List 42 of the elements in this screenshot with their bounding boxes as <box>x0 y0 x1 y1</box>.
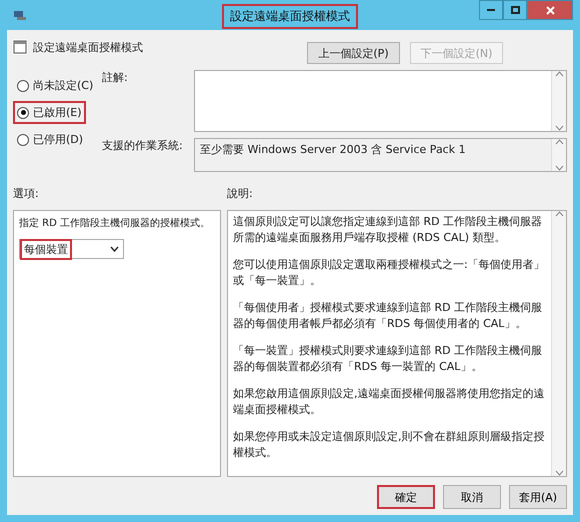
maximize-button[interactable] <box>503 0 527 20</box>
nav-button[interactable]: 上一個設定(P) <box>307 42 400 64</box>
close-icon <box>546 6 554 14</box>
help-paragraph: 這個原則設定可以讓您指定連線到這部 RD 工作階段主機伺服器所需的遠端桌面服務用戶端存取授權 (RDS CAL) 類型。 <box>233 214 544 246</box>
help-paragraph: 您可以使用這個原則設定選取兩種授權模式之一:「每個使用者」或「每一裝置」。 <box>233 257 546 289</box>
radio-option[interactable]: 已啟用(E) <box>13 101 86 124</box>
help-paragraph: 「每一裝置」授權模式則要求連線到這部 RD 工作階段主機伺服器的每個裝置都必須有「RDS 每一裝置的 CAL」。 <box>233 343 544 375</box>
chevron-down-icon <box>110 246 119 252</box>
radio-button[interactable] <box>17 80 29 92</box>
policy-name: 設定遠端桌面授權模式 <box>33 40 143 55</box>
scroll-up-icon[interactable] <box>554 139 564 145</box>
maximize-icon <box>510 6 520 14</box>
minimize-button[interactable] <box>479 0 503 20</box>
supported-label: 支援的作業系統: <box>102 138 184 154</box>
radio-button[interactable] <box>17 106 29 118</box>
scroll-down-icon[interactable] <box>554 125 564 131</box>
scroll-down-icon[interactable] <box>554 165 564 171</box>
comment-field[interactable] <box>194 70 567 132</box>
dropdown-value: 每個裝置 <box>20 238 72 260</box>
comment-label: 註解: <box>102 70 129 86</box>
policy-icon <box>13 40 27 54</box>
radio-button[interactable] <box>17 134 29 146</box>
dialog-button[interactable]: 套用(A) <box>509 485 567 509</box>
radio-option[interactable]: 尚未設定(C) <box>13 74 98 97</box>
help-paragraph: 如果您停用或未設定這個原則設定,則不會在群組原則層級指定授權模式。 <box>233 429 546 461</box>
options-prompt: 指定 RD 工作階段主機伺服器的授權模式。 <box>19 217 212 231</box>
minimize-icon <box>487 9 495 11</box>
help-label: 說明: <box>227 186 253 202</box>
help-paragraph: 如果您啟用這個原則設定,遠端桌面授權伺服器將使用您指定的遠端桌面授權模式。 <box>233 386 546 418</box>
options-label: 選項: <box>13 186 40 202</box>
app-icon <box>13 9 27 21</box>
dialog-button[interactable]: 確定 <box>377 485 435 509</box>
help-paragraph: 「每個使用者」授權模式要求連線到這部 RD 工作階段主機伺服器的每個使用者帳戶都必須有「RDS 每個使用者的 CAL」。 <box>233 300 544 332</box>
window-title: 設定遠端桌面授權模式 <box>222 4 358 29</box>
scroll-up-icon[interactable] <box>554 71 564 77</box>
scroll-up-icon[interactable] <box>554 211 564 217</box>
license-mode-dropdown[interactable]: 每個裝置 <box>19 239 124 259</box>
dialog-button[interactable]: 取消 <box>443 485 501 509</box>
close-button[interactable] <box>527 0 573 20</box>
radio-option[interactable]: 已停用(D) <box>13 128 88 151</box>
supported-text: 至少需要 Windows Server 2003 含 Service Pack 1 <box>199 142 467 158</box>
scroll-down-icon[interactable] <box>554 470 564 476</box>
